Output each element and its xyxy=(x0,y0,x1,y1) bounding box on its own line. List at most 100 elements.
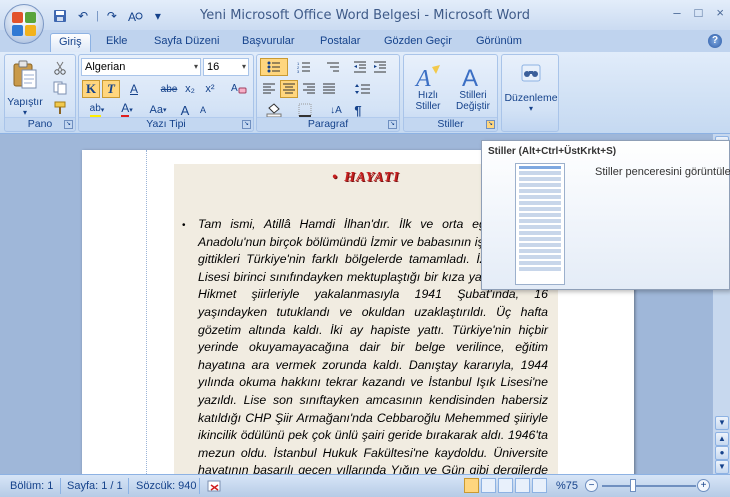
status-bar: Bölüm: 1 Sayfa: 1 / 1 Sözcük: 940 %75 − … xyxy=(0,474,730,497)
word-count[interactable]: Sözcük: 940 xyxy=(136,480,197,492)
font-launcher-icon[interactable]: ↘ xyxy=(242,120,251,129)
office-logo-icon xyxy=(12,12,36,36)
change-styles-icon: A xyxy=(462,65,478,90)
font-name-input[interactable]: Algerian ▾ xyxy=(81,58,201,76)
copy-button[interactable] xyxy=(51,79,69,97)
align-center-icon xyxy=(283,83,295,94)
numbering-button[interactable]: 123 xyxy=(291,58,317,76)
book-check-icon xyxy=(207,480,221,492)
ribbon: Yapıştır ▾ Pano ↘ Algerian ▾ 16 ▾ K T A … xyxy=(0,52,730,134)
tab-sayfa-duzeni[interactable]: Sayfa Düzeni xyxy=(146,33,227,49)
web-layout-icon[interactable] xyxy=(498,478,513,493)
bold-button[interactable]: K xyxy=(82,80,100,98)
cut-button[interactable] xyxy=(51,59,69,77)
decrease-indent-button[interactable] xyxy=(351,58,369,76)
chevron-down-icon: ▾ xyxy=(528,103,533,113)
tab-ekle[interactable]: Ekle xyxy=(98,33,135,49)
font-name-value: Algerian xyxy=(85,61,126,73)
subscript-button[interactable]: x₂ xyxy=(181,80,199,98)
quick-styles-label-1: Hızlı xyxy=(418,90,438,101)
align-right-button[interactable] xyxy=(300,80,318,98)
borders-icon xyxy=(298,103,312,117)
proofing-status-button[interactable] xyxy=(206,478,224,494)
svg-text:A: A xyxy=(231,83,238,94)
next-page-icon[interactable]: ▼ xyxy=(715,460,729,474)
tab-basvurular[interactable]: Başvurular xyxy=(234,33,303,49)
numbered-list-icon: 123 xyxy=(297,61,310,73)
multilevel-list-button[interactable] xyxy=(319,58,347,76)
quick-styles-button[interactable]: A Hızlı Stiller xyxy=(406,57,450,119)
paste-button[interactable]: Yapıştır ▾ xyxy=(7,57,43,119)
multilevel-list-icon xyxy=(327,62,339,72)
justify-button[interactable] xyxy=(320,80,338,98)
browse-object-icon[interactable]: ● xyxy=(715,446,729,460)
font-size-value: 16 xyxy=(207,61,220,73)
chevron-down-icon: ▾ xyxy=(162,107,167,114)
align-left-button[interactable] xyxy=(260,80,278,98)
clipboard-launcher-icon[interactable]: ↘ xyxy=(64,120,73,129)
chevron-down-icon: ▾ xyxy=(129,107,133,114)
zoom-level[interactable]: %75 xyxy=(556,480,578,492)
minimize-button[interactable]: – xyxy=(673,5,680,20)
group-font: Algerian ▾ 16 ▾ K T A abe x₂ x² A ab ▾ A… xyxy=(78,54,254,132)
status-separator xyxy=(199,478,200,494)
close-button[interactable]: × xyxy=(716,5,724,20)
justify-icon xyxy=(323,83,335,94)
bullets-button[interactable] xyxy=(260,58,288,76)
tab-postalar[interactable]: Postalar xyxy=(312,33,368,49)
underline-button[interactable]: A xyxy=(123,80,145,98)
increase-indent-button[interactable] xyxy=(371,58,389,76)
superscript-button[interactable]: x² xyxy=(201,80,219,98)
zoom-in-button[interactable]: + xyxy=(697,479,710,492)
window-controls: – □ × xyxy=(673,5,724,20)
styles-tooltip: Stiller (Alt+Ctrl+ÜstKrkt+S) Stiller pen… xyxy=(481,140,730,290)
tab-gorunum[interactable]: Görünüm xyxy=(468,33,530,49)
title-bar: ↶ | ↷ A ▾ Yeni Microsoft Office Word Bel… xyxy=(0,0,730,32)
print-layout-view-icon[interactable] xyxy=(464,478,479,493)
help-icon[interactable]: ? xyxy=(708,34,722,48)
zoom-out-button[interactable]: − xyxy=(585,479,598,492)
change-styles-label-1: Stilleri xyxy=(459,90,487,101)
scroll-down-icon[interactable]: ▼ xyxy=(715,416,729,430)
heading-text: HAYATI xyxy=(344,170,400,185)
line-spacing-icon xyxy=(355,84,370,94)
office-button[interactable] xyxy=(4,4,44,44)
zoom-slider-thumb[interactable] xyxy=(630,479,636,492)
previous-page-icon[interactable]: ▲ xyxy=(715,432,729,446)
align-right-icon xyxy=(303,83,315,94)
page-indicator[interactable]: Sayfa: 1 / 1 xyxy=(67,480,123,492)
status-separator xyxy=(128,478,129,494)
svg-text:A: A xyxy=(462,65,478,90)
change-styles-button[interactable]: A Stilleri Değiştir xyxy=(450,57,496,119)
paragraph-launcher-icon[interactable]: ↘ xyxy=(388,120,397,129)
maximize-button[interactable]: □ xyxy=(695,5,703,20)
font-size-input[interactable]: 16 ▾ xyxy=(203,58,249,76)
tooltip-description: Stiller penceresini görüntüle xyxy=(595,166,730,178)
styles-launcher-icon[interactable]: ↘ xyxy=(486,120,495,129)
paragraph-bullet: • xyxy=(182,220,186,231)
paste-label: Yapıştır xyxy=(7,95,43,108)
ribbon-tabs: Giriş Ekle Sayfa Düzeni Başvurular Posta… xyxy=(0,30,730,53)
quick-styles-label-2: Stiller xyxy=(415,101,441,112)
outdent-icon xyxy=(354,61,366,73)
tab-giris[interactable]: Giriş xyxy=(50,33,91,53)
format-painter-button[interactable] xyxy=(51,99,69,117)
italic-button[interactable]: T xyxy=(102,80,120,98)
section-indicator[interactable]: Bölüm: 1 xyxy=(10,480,53,492)
tab-gozden-gecir[interactable]: Gözden Geçir xyxy=(376,33,460,49)
change-styles-label-2: Değiştir xyxy=(456,101,490,112)
indent-icon xyxy=(374,61,386,73)
bullet-list-icon xyxy=(267,61,280,73)
clear-formatting-button[interactable]: A xyxy=(229,78,249,98)
zoom-slider-track[interactable] xyxy=(602,485,696,487)
clipboard-icon xyxy=(13,60,37,88)
editing-button[interactable]: Düzenleme ▾ xyxy=(504,57,558,117)
styles-pane-preview xyxy=(515,163,565,285)
align-center-button[interactable] xyxy=(280,80,298,98)
draft-view-icon[interactable] xyxy=(532,478,547,493)
line-spacing-button[interactable] xyxy=(349,80,377,98)
strikethrough-button[interactable]: abe xyxy=(159,80,179,98)
quick-styles-icon: A xyxy=(414,65,440,90)
full-screen-reading-icon[interactable] xyxy=(481,478,496,493)
outline-view-icon[interactable] xyxy=(515,478,530,493)
